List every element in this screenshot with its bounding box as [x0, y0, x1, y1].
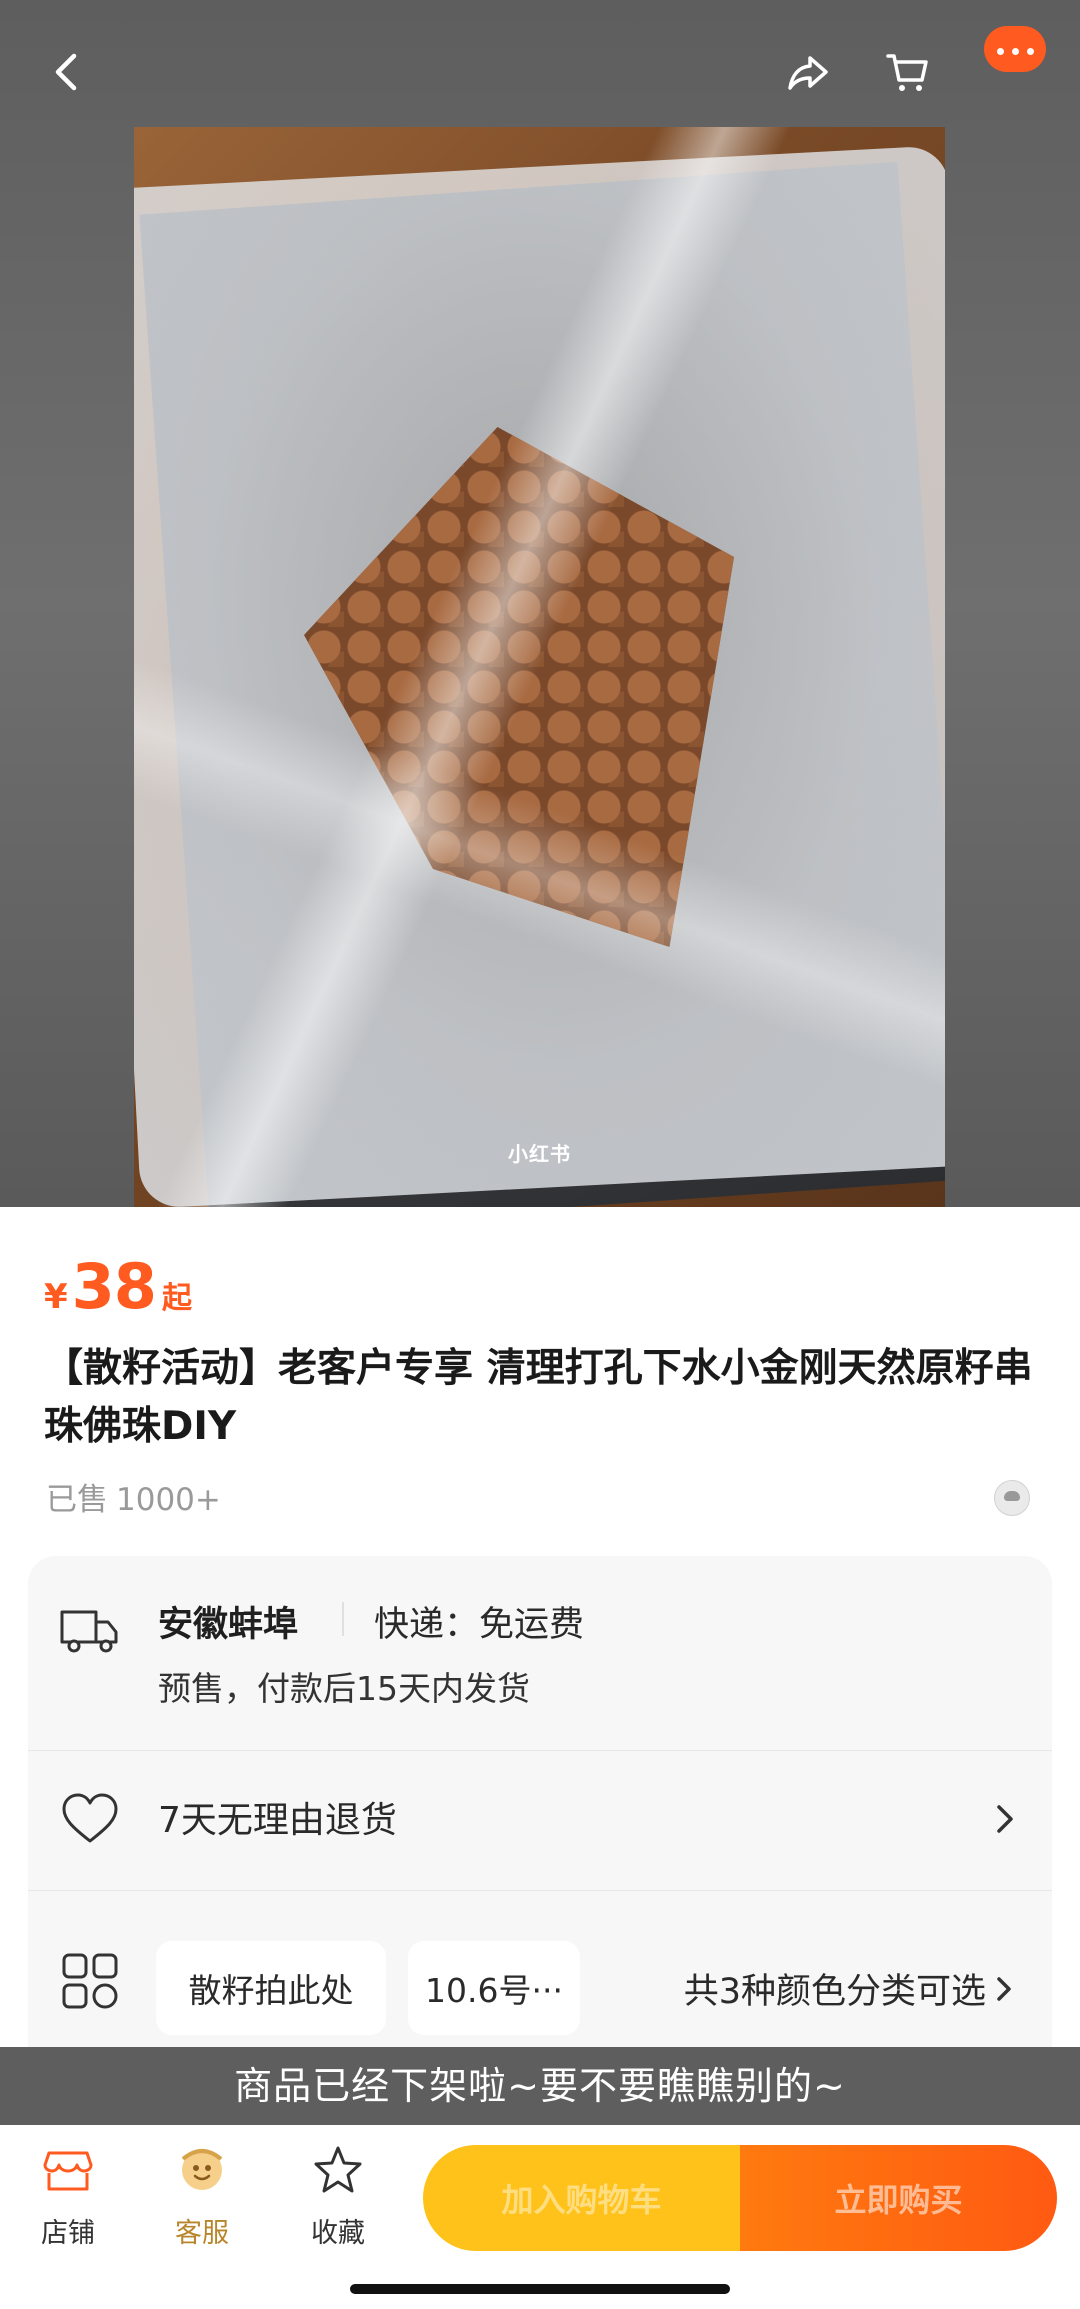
- shipping-row[interactable]: 安徽蚌埠 快递：免运费 预售，付款后15天内发货: [28, 1556, 1052, 1750]
- image-watermark: 小红书: [508, 1142, 571, 1166]
- price-suffix: 起: [161, 1281, 192, 1316]
- price-symbol: ¥: [44, 1277, 68, 1317]
- more-icon: [993, 40, 1038, 59]
- sold-count: 1000+: [116, 1482, 221, 1518]
- shop-button[interactable]: 店铺: [18, 2143, 118, 2250]
- option-pill-size[interactable]: 10.6号···: [408, 1941, 580, 2035]
- avatar[interactable]: [994, 1480, 1030, 1516]
- chevron-right-icon: [997, 1805, 1013, 1833]
- delisted-banner: 商品已经下架啦~要不要瞧瞧别的~: [0, 2047, 1080, 2125]
- back-icon: [55, 53, 77, 91]
- options-more[interactable]: 共3种颜色分类可选: [684, 1963, 1016, 2014]
- ship-origin: 安徽蚌埠: [158, 1605, 299, 1645]
- sold-label: 已售: [46, 1482, 108, 1518]
- purchase-buttons: 加入购物车 立即购买: [423, 2145, 1057, 2251]
- price-value: 38: [71, 1250, 157, 1323]
- product-title: 【散籽活动】老客户专享 清理打孔下水小金刚天然原籽串珠佛珠DIY: [44, 1346, 1033, 1449]
- heart-icon: [62, 1793, 118, 1843]
- service-label: 客服: [175, 2218, 229, 2249]
- star-icon: [314, 2146, 362, 2193]
- option-pill-bulk[interactable]: 散籽拍此处: [156, 1941, 386, 2035]
- add-to-cart-button[interactable]: 加入购物车: [423, 2145, 740, 2251]
- more-button[interactable]: [984, 26, 1046, 72]
- photo-bag-sheen: [134, 127, 945, 1207]
- returns-row[interactable]: 7天无理由退货: [28, 1751, 1052, 1890]
- service-button[interactable]: 客服: [152, 2143, 252, 2250]
- options-row[interactable]: 散籽拍此处 10.6号··· 共3种颜色分类可选: [28, 1891, 1052, 2046]
- share-button[interactable]: [776, 40, 840, 104]
- product-image-area[interactable]: 小红书: [0, 0, 1080, 1207]
- shop-label: 店铺: [41, 2218, 95, 2249]
- bottom-action-bar: 店铺 客服 收藏 加入购物车 立即购买: [0, 2125, 1080, 2309]
- grid-icon: [62, 1953, 118, 2009]
- service-icon: [181, 2149, 223, 2190]
- ship-method: 快递：免运费: [374, 1605, 585, 1645]
- buy-now-button[interactable]: 立即购买: [740, 2145, 1057, 2251]
- truck-icon: [60, 1610, 118, 1653]
- product-photo[interactable]: 小红书: [134, 127, 945, 1207]
- favorite-button[interactable]: 收藏: [288, 2143, 388, 2250]
- shop-icon: [43, 2151, 93, 2191]
- price: ¥ 38 起: [44, 1250, 192, 1323]
- cart-button[interactable]: [876, 40, 940, 104]
- divider: [342, 1602, 344, 1636]
- ship-note: 预售，付款后15天内发货: [158, 1669, 530, 1708]
- sold-info: 已售 1000+: [46, 1474, 221, 1519]
- chevron-right-icon: [997, 1976, 1011, 2001]
- favorite-label: 收藏: [311, 2218, 365, 2249]
- return-policy: 7天无理由退货: [158, 1800, 397, 1841]
- cart-icon: [886, 54, 928, 91]
- home-indicator[interactable]: [350, 2284, 730, 2294]
- options-more-label: 共3种颜色分类可选: [683, 1972, 986, 2012]
- share-icon: [788, 56, 828, 90]
- back-button[interactable]: [40, 40, 96, 104]
